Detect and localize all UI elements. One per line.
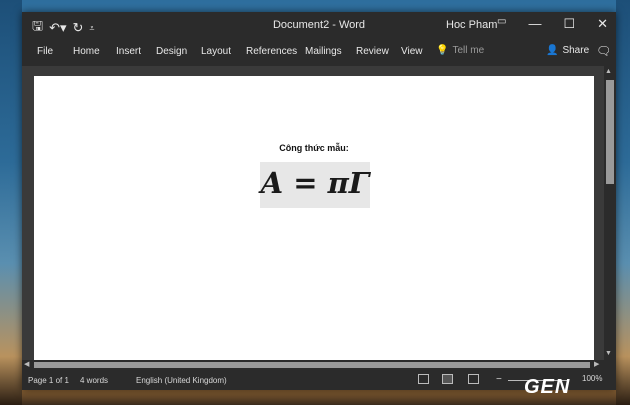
person-icon: 👤 [546,45,559,56]
ribbon-display-options-icon[interactable]: ▭ [497,16,506,32]
tab-references[interactable]: References [246,46,297,57]
equation-text: A = πΓ [260,166,370,200]
tab-design[interactable]: Design [156,46,187,57]
tab-file[interactable]: File [37,46,53,57]
share-button[interactable]: 👤 Share [546,45,589,56]
comments-icon[interactable]: 🗨 [596,44,611,58]
title-bar: 🖫 ↶▾ ↻ ⩡ Document2 - Word Hoc Pham ▭ — ☐… [22,12,616,40]
tell-me-label: Tell me [452,45,485,56]
close-button[interactable]: ✕ [597,16,608,32]
document-page[interactable]: Công thức mẫu: A = πΓ [34,76,594,360]
desktop-background-left [0,0,22,405]
tab-mailings[interactable]: Mailings [305,46,342,57]
scroll-down-icon[interactable]: ▼ [605,350,612,357]
vertical-scrollbar[interactable]: ▲ ▼ [604,66,616,360]
scroll-right-icon[interactable]: ▶ [594,360,599,368]
page-count[interactable]: Page 1 of 1 [28,376,69,385]
scroll-up-icon[interactable]: ▲ [605,68,612,75]
maximize-button[interactable]: ☐ [563,16,575,32]
web-layout-icon[interactable] [468,374,479,384]
vertical-scroll-thumb[interactable] [606,80,614,184]
horizontal-scroll-thumb[interactable] [34,362,590,368]
tab-home[interactable]: Home [73,46,100,57]
tab-review[interactable]: Review [356,46,389,57]
word-window: 🖫 ↶▾ ↻ ⩡ Document2 - Word Hoc Pham ▭ — ☐… [22,12,616,390]
tab-view[interactable]: View [401,46,423,57]
lightbulb-icon: 💡 [436,45,449,56]
scroll-left-icon[interactable]: ◀ [24,360,29,368]
user-name[interactable]: Hoc Pham [446,19,497,31]
window-controls: ▭ — ☐ ✕ [497,16,608,32]
horizontal-scrollbar[interactable]: ◀ ▶ [22,360,604,370]
read-mode-icon[interactable] [418,374,429,384]
word-count[interactable]: 4 words [80,376,108,385]
tell-me-box[interactable]: 💡 Tell me [436,45,484,56]
document-heading: Công thức mẫu: [279,143,349,153]
zoom-level[interactable]: 100% [582,374,602,383]
share-label: Share [562,45,590,56]
zoom-out-icon[interactable]: − [496,374,502,385]
watermark-logo: GEN [524,376,571,398]
minimize-button[interactable]: — [528,16,541,32]
document-area: Công thức mẫu: A = πΓ [22,66,616,360]
tab-insert[interactable]: Insert [116,46,141,57]
equation-box[interactable]: A = πΓ [260,162,370,208]
language[interactable]: English (United Kingdom) [136,376,227,385]
print-layout-icon[interactable] [442,374,453,384]
ribbon-tabs: File Home Insert Design Layout Reference… [22,40,616,66]
tab-layout[interactable]: Layout [201,46,231,57]
desktop-background-right [616,0,630,405]
